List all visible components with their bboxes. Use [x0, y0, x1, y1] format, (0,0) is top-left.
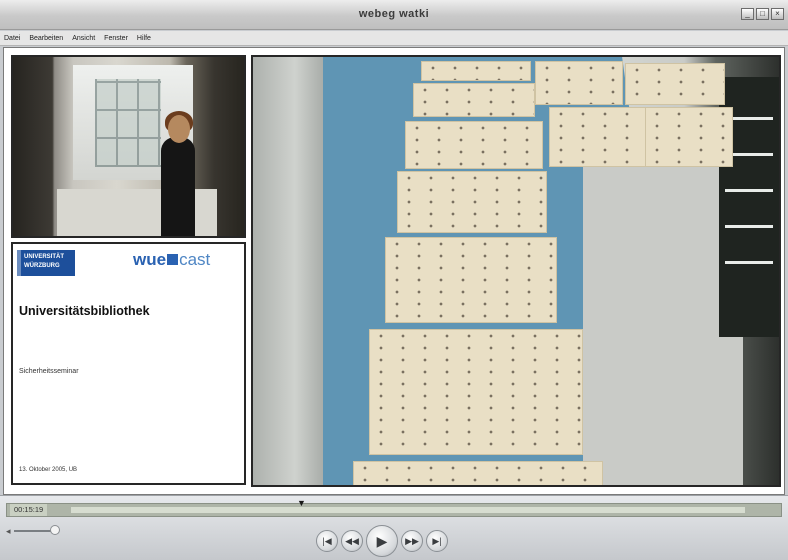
speaker-head: [168, 115, 190, 143]
university-logo: UNIVERSITÄT WÜRZBURG: [17, 250, 75, 276]
play-icon[interactable]: ▶: [366, 525, 398, 557]
map-sheet: [625, 63, 725, 105]
seek-track[interactable]: [71, 507, 745, 513]
rewind-icon[interactable]: ◀◀: [341, 530, 363, 552]
seek-bar[interactable]: 00:15:19: [6, 503, 782, 517]
slide-subtitle: Sicherheitsseminar: [19, 368, 79, 375]
map-sheet: [385, 237, 557, 323]
timecode-display: 00:15:19: [10, 504, 48, 516]
window-titlebar[interactable]: webeg watki _ □ ×: [0, 0, 788, 30]
transport-buttons: |◀ ◀◀ ▶ ▶▶ ▶|: [316, 525, 448, 557]
slide-title: Universitätsbibliothek: [19, 304, 150, 318]
playhead-marker[interactable]: ▼: [297, 499, 306, 508]
map-sheet: [413, 83, 535, 117]
volume-knob[interactable]: [50, 525, 60, 535]
wuecast-logo-cast: cast: [179, 250, 211, 269]
map-cabinet: [253, 57, 323, 485]
menu-item-fenster[interactable]: Fenster: [104, 35, 128, 42]
map-sheet: [535, 61, 623, 105]
speaker-figure: [161, 137, 195, 236]
menu-item-hilfe[interactable]: Hilfe: [137, 35, 151, 42]
room-video[interactable]: [251, 55, 781, 487]
map-sheet: [645, 107, 733, 167]
wuecast-logo: wue cast: [133, 250, 210, 270]
menu-bar: Datei Bearbeiten Ansicht Fenster Hilfe: [0, 31, 788, 46]
map-sheet: [353, 461, 603, 485]
speaker-video[interactable]: [11, 55, 246, 238]
wuecast-mark: [167, 254, 179, 265]
projected-window: [95, 79, 161, 167]
skip-forward-icon[interactable]: ▶|: [426, 530, 448, 552]
menu-item-bearbeiten[interactable]: Bearbeiten: [29, 35, 63, 42]
volume-track: [14, 530, 54, 532]
volume-slider[interactable]: ◂: [6, 524, 60, 538]
map-sheet: [549, 107, 647, 167]
map-sheet: [369, 329, 583, 455]
close-button[interactable]: ×: [771, 8, 784, 20]
wuecast-logo-text: wue: [133, 250, 167, 269]
menu-item-datei[interactable]: Datei: [4, 35, 20, 42]
window-title: webeg watki: [358, 8, 430, 20]
skip-back-icon[interactable]: |◀: [316, 530, 338, 552]
minimize-button[interactable]: _: [741, 8, 754, 20]
maximize-button[interactable]: □: [756, 8, 769, 20]
map-sheet: [397, 171, 547, 233]
window-controls: _ □ ×: [741, 8, 784, 20]
fast-forward-icon[interactable]: ▶▶: [401, 530, 423, 552]
presentation-slide: UNIVERSITÄT WÜRZBURG wue cast Universität…: [11, 242, 246, 485]
map-sheet: [421, 61, 531, 81]
menu-item-ansicht[interactable]: Ansicht: [72, 35, 95, 42]
map-sheet: [405, 121, 543, 169]
speaker-icon: ◂: [6, 526, 11, 536]
slide-date: 13. Oktober 2005, UB: [19, 467, 78, 473]
